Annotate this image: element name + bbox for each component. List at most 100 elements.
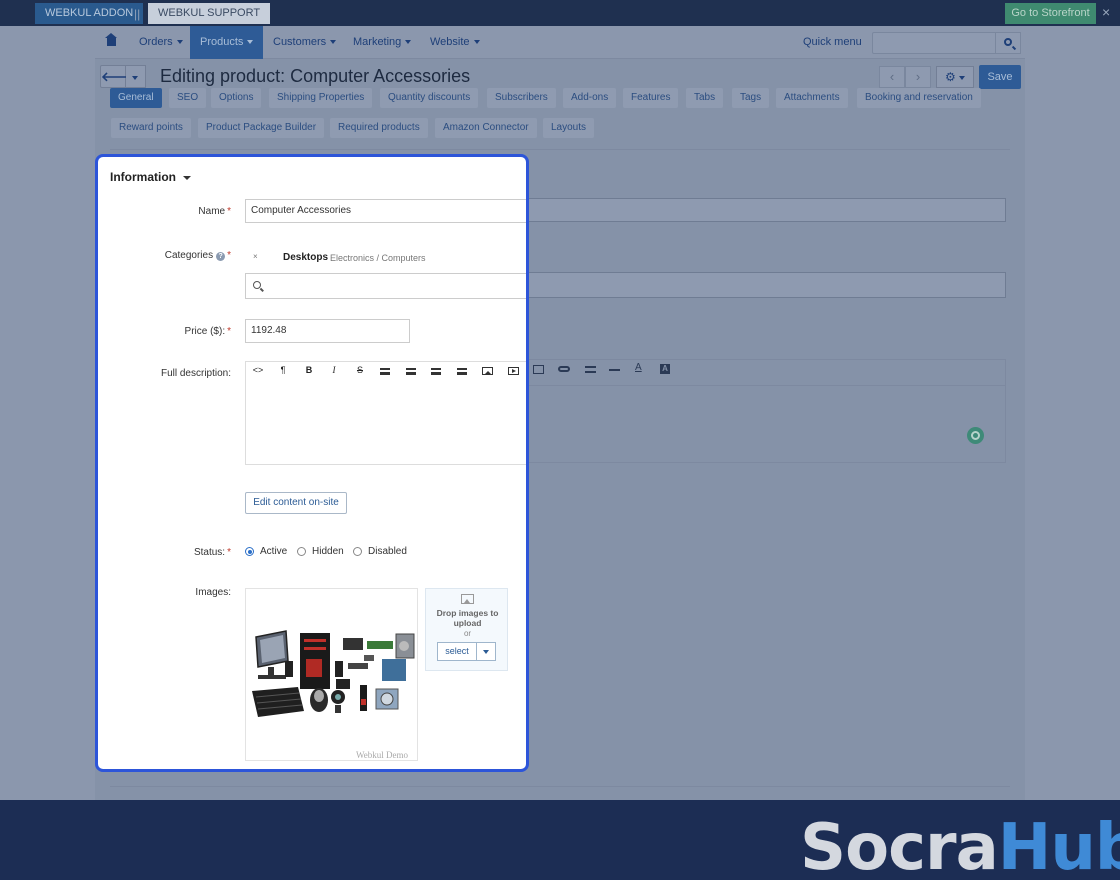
- drop-images-text: Drop images to upload: [436, 608, 499, 628]
- link-icon: [558, 366, 570, 372]
- nav-products[interactable]: Products: [190, 26, 264, 59]
- help-icon[interactable]: ?: [216, 252, 226, 261]
- back-button[interactable]: 🡐: [100, 65, 136, 88]
- tab-product-package-builder[interactable]: Product Package Builder: [198, 118, 325, 138]
- tab-booking-and-reservation[interactable]: Booking and reservation: [857, 88, 981, 108]
- quick-menu-link[interactable]: Quick menu: [803, 26, 862, 59]
- required-mark: *: [227, 206, 231, 217]
- remove-category-icon[interactable]: ×: [253, 252, 258, 261]
- admin-search-input[interactable]: [872, 32, 996, 54]
- save-button[interactable]: Save: [979, 65, 1021, 89]
- webkul-addon-button[interactable]: WEBKUL ADDON: [35, 3, 144, 24]
- nav-website[interactable]: Website: [430, 26, 480, 59]
- edit-content-onsite-button[interactable]: Edit content on-site: [245, 492, 347, 514]
- indent-icon[interactable]: [457, 368, 467, 375]
- tab-tabs[interactable]: Tabs: [686, 88, 724, 108]
- page-title: Editing product: Computer Accessories: [160, 66, 471, 86]
- tab-quantity-discounts[interactable]: Quantity discounts: [380, 88, 479, 108]
- product-image[interactable]: Webkul Demo: [245, 588, 418, 761]
- editor-toolbar-overflow: [527, 359, 1006, 385]
- search-icon: [1004, 38, 1012, 46]
- close-icon[interactable]: ×: [1102, 4, 1110, 20]
- computer-accessories-image: [252, 630, 415, 717]
- font-color-icon: A: [635, 362, 642, 373]
- status-label: Status: *: [194, 547, 231, 558]
- bold-icon[interactable]: B: [302, 365, 316, 375]
- insert-video-icon[interactable]: [508, 367, 519, 375]
- ordered-list-icon[interactable]: [406, 368, 416, 375]
- back-dropdown-button[interactable]: [126, 65, 146, 88]
- unordered-list-icon[interactable]: [380, 368, 390, 375]
- strikethrough-icon[interactable]: S: [353, 365, 367, 375]
- next-product-button[interactable]: ›: [905, 66, 931, 88]
- required-mark: *: [227, 547, 231, 558]
- chevron-down-icon: [247, 40, 254, 45]
- required-mark: *: [227, 250, 231, 261]
- chevron-left-icon: ‹: [889, 69, 895, 84]
- tab-add-ons[interactable]: Add-ons: [563, 88, 617, 108]
- category-tag-path: Electronics / Computers: [330, 253, 426, 263]
- status-disabled-radio[interactable]: [353, 547, 362, 556]
- webkul-support-button[interactable]: WEBKUL SUPPORT: [148, 3, 271, 24]
- category-search-input[interactable]: [245, 273, 526, 299]
- nav-orders[interactable]: Orders: [139, 26, 183, 59]
- status-hidden-radio[interactable]: [297, 547, 306, 556]
- tab-general[interactable]: General: [110, 88, 162, 108]
- price-input[interactable]: 1192.48: [245, 319, 410, 343]
- section-title: Information: [110, 170, 176, 184]
- prev-product-button[interactable]: ‹: [879, 66, 905, 88]
- tab-attachments[interactable]: Attachments: [776, 88, 848, 108]
- select-source-dropdown[interactable]: [476, 642, 496, 661]
- required-mark: *: [227, 326, 231, 337]
- admin-search-button[interactable]: [995, 32, 1021, 54]
- name-label: Name *: [198, 206, 231, 217]
- italic-icon[interactable]: I: [327, 365, 341, 375]
- status-active-radio[interactable]: [245, 547, 254, 556]
- status-label-text: Status:: [193, 547, 226, 558]
- insert-image-icon[interactable]: [482, 367, 493, 375]
- horizontal-rule-icon: [609, 369, 620, 371]
- tab-reward-points[interactable]: Reward points: [111, 118, 191, 138]
- select-images-button[interactable]: select: [437, 642, 477, 661]
- paragraph-icon[interactable]: ¶: [276, 365, 290, 375]
- nav-customers-label: Customers: [273, 36, 327, 48]
- tab-shipping-properties[interactable]: Shipping Properties: [269, 88, 373, 108]
- nav-home[interactable]: [105, 26, 119, 59]
- go-to-storefront-button[interactable]: Go to Storefront: [1005, 3, 1096, 24]
- status-active-label: Active: [260, 546, 288, 557]
- tab-options[interactable]: Options: [211, 88, 262, 108]
- code-view-icon[interactable]: <>: [251, 365, 265, 375]
- logo-part-hub: Hub: [997, 811, 1120, 880]
- grammarly-icon[interactable]: [967, 427, 984, 444]
- tab-layouts[interactable]: Layouts: [543, 118, 595, 138]
- tab-amazon-connector[interactable]: Amazon Connector: [435, 118, 537, 138]
- tab-required-products[interactable]: Required products: [330, 118, 428, 138]
- status-hidden-label: Hidden: [312, 546, 344, 557]
- chevron-down-icon: [176, 40, 183, 45]
- description-editor[interactable]: [245, 386, 526, 465]
- name-input-overflow: [527, 198, 1006, 222]
- image-watermark: Webkul Demo: [356, 750, 409, 760]
- image-dropzone[interactable]: Drop images to upload or select: [425, 588, 508, 671]
- image-icon: [461, 594, 474, 604]
- tab-subscribers[interactable]: Subscribers: [487, 88, 556, 108]
- full-description-label: Full description:: [160, 368, 231, 379]
- name-input[interactable]: Computer Accessories: [245, 199, 526, 223]
- chevron-down-icon: [132, 76, 138, 80]
- nav-website-label: Website: [430, 36, 470, 48]
- chevron-down-icon: [473, 40, 480, 45]
- chevron-down-icon: [958, 75, 965, 80]
- nav-products-label: Products: [200, 36, 244, 48]
- tab-seo[interactable]: SEO: [169, 88, 207, 108]
- status-disabled-label: Disabled: [368, 546, 407, 557]
- settings-dropdown-button[interactable]: ⚙: [936, 66, 974, 88]
- information-section-toggle[interactable]: Information: [110, 170, 191, 184]
- information-panel: Information Name * Computer Accessories C…: [95, 154, 529, 772]
- nav-customers[interactable]: Customers: [273, 26, 337, 59]
- nav-marketing[interactable]: Marketing: [353, 26, 412, 59]
- outdent-icon[interactable]: [431, 368, 441, 375]
- tab-tags[interactable]: Tags: [732, 88, 770, 108]
- search-icon: [253, 281, 261, 289]
- chevron-down-icon: [330, 40, 337, 45]
- tab-features[interactable]: Features: [623, 88, 679, 108]
